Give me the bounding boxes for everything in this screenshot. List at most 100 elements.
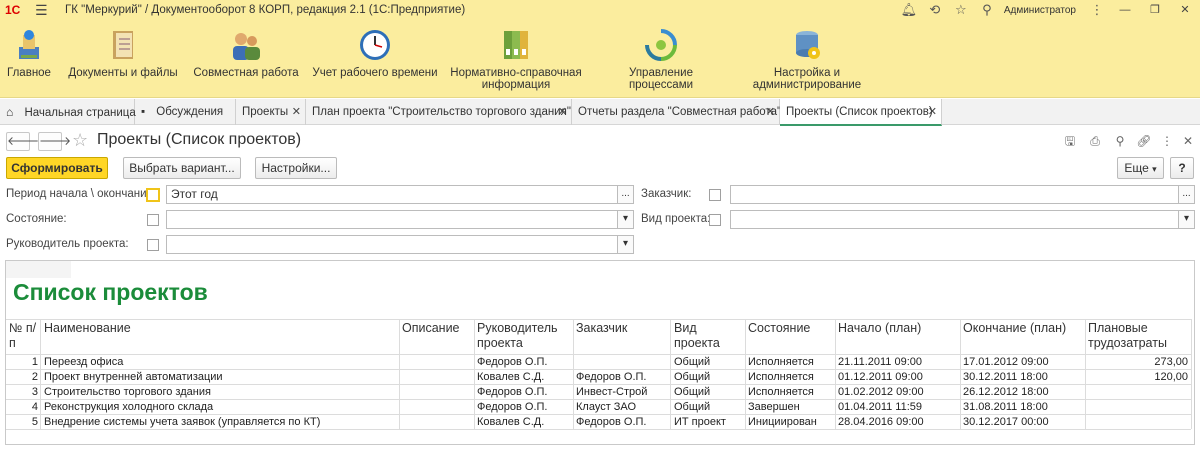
column-header-number[interactable]: № п/п (9, 321, 39, 351)
table-row-customer[interactable]: Федоров О.П. (576, 370, 647, 384)
table-row-end[interactable]: 31.08.2011 18:00 (963, 400, 1048, 414)
choose-variant-button[interactable]: Выбрать вариант... (123, 157, 241, 179)
table-row-manager[interactable]: Ковалев С.Д. (477, 415, 544, 429)
section-collaboration[interactable]: Совместная работа (188, 20, 304, 98)
section-main[interactable]: Главное (0, 20, 58, 98)
customer-field[interactable] (730, 185, 1179, 204)
help-button[interactable]: ? (1170, 157, 1194, 179)
app-logo[interactable]: 1С (5, 2, 25, 18)
table-row-name[interactable]: Реконструкция холодного склада (44, 400, 213, 414)
period-select-button[interactable]: ... (617, 185, 634, 204)
section-administration[interactable]: Настройка и администрирование (742, 20, 872, 98)
table-row-customer[interactable]: Клауст ЗАО (576, 400, 636, 414)
table-row-start[interactable]: 01.02.2012 09:00 (838, 385, 924, 399)
more-vertical-icon[interactable]: ⋮ (1157, 132, 1177, 150)
user-name[interactable]: Администратор (1004, 5, 1076, 16)
close-tab-icon[interactable]: ✕ (558, 99, 567, 125)
link-icon[interactable]: 🔗︎ (1134, 132, 1154, 150)
table-row-type[interactable]: Общий (674, 370, 710, 384)
period-checkbox[interactable] (146, 188, 160, 202)
table-row-state[interactable]: Завершен (748, 400, 800, 414)
table-row-end[interactable]: 30.12.2011 18:00 (963, 370, 1048, 384)
preview-search-icon[interactable]: ⚲ (1110, 132, 1130, 150)
tab-discussions[interactable]: ▪ Обсуждения (135, 99, 236, 125)
section-time-tracking[interactable]: Учет рабочего времени (311, 20, 439, 98)
customer-select-button[interactable]: ... (1178, 185, 1195, 204)
print-icon[interactable]: ⎙ (1085, 132, 1105, 150)
column-header-manager[interactable]: Руководитель проекта (477, 321, 571, 351)
history-icon[interactable]: ⟲ (922, 0, 948, 20)
close-tab-icon[interactable]: ✕ (928, 99, 937, 125)
table-row-end[interactable]: 17.01.2012 09:00 (963, 355, 1049, 369)
section-documents[interactable]: Документы и файлы (64, 20, 182, 98)
table-row-start[interactable]: 01.12.2011 09:00 (838, 370, 923, 384)
table-row-state[interactable]: Исполняется (748, 355, 814, 369)
close-tab-icon[interactable]: ✕ (766, 99, 775, 125)
table-row-type[interactable]: Общий (674, 385, 710, 399)
table-row-state[interactable]: Исполняется (748, 385, 814, 399)
tab-project-plan[interactable]: План проекта "Строительство торгового зд… (306, 99, 572, 125)
table-row-manager[interactable]: Ковалев С.Д. (477, 370, 544, 384)
column-header-effort[interactable]: Плановые трудозатраты (1088, 321, 1190, 351)
column-header-name[interactable]: Наименование (44, 321, 394, 336)
generate-button[interactable]: Сформировать (6, 157, 108, 179)
project-type-dropdown-button[interactable]: ▾ (1178, 210, 1195, 229)
table-row-number[interactable]: 4 (6, 400, 38, 414)
more-button[interactable]: Еще ▾ (1117, 157, 1164, 179)
table-row-number[interactable]: 5 (6, 415, 38, 429)
period-field[interactable]: Этот год (166, 185, 618, 204)
column-header-end[interactable]: Окончание (план) (963, 321, 1083, 336)
back-button[interactable]: 🡐 (6, 132, 39, 151)
dots-icon[interactable]: ⋮ (1084, 0, 1110, 20)
table-row-type[interactable]: Общий (674, 355, 710, 369)
restore-icon[interactable]: ❐ (1140, 0, 1170, 20)
manager-checkbox[interactable] (147, 239, 159, 251)
minimize-icon[interactable]: — (1110, 0, 1140, 20)
table-row-customer[interactable]: Инвест-Строй (576, 385, 647, 399)
table-row-manager[interactable]: Федоров О.П. (477, 385, 548, 399)
table-row-effort[interactable]: 273,00 (1088, 355, 1188, 369)
favorite-star-icon[interactable]: ☆ (72, 130, 88, 150)
table-row-name[interactable]: Переезд офиса (44, 355, 123, 369)
table-row-number[interactable]: 3 (6, 385, 38, 399)
table-row-number[interactable]: 2 (6, 370, 38, 384)
tab-home[interactable]: ⌂ Начальная страница (0, 99, 136, 125)
column-header-customer[interactable]: Заказчик (576, 321, 668, 336)
section-reference-info[interactable]: Нормативно-справочная информация (448, 20, 584, 98)
table-row-number[interactable]: 1 (6, 355, 38, 369)
table-row-name[interactable]: Строительство торгового здания (44, 385, 211, 399)
table-row-end[interactable]: 26.12.2012 18:00 (963, 385, 1049, 399)
column-header-project-type[interactable]: Вид проекта (674, 321, 742, 351)
table-row-state[interactable]: Исполняется (748, 370, 814, 384)
table-row-state[interactable]: Инициирован (748, 415, 817, 429)
state-dropdown-button[interactable]: ▾ (617, 210, 634, 229)
section-process-management[interactable]: Управление процессами (596, 20, 726, 98)
table-row-start[interactable]: 28.04.2016 09:00 (838, 415, 924, 429)
project-type-checkbox[interactable] (709, 214, 721, 226)
table-row-customer[interactable]: Федоров О.П. (576, 415, 647, 429)
customer-checkbox[interactable] (709, 189, 721, 201)
table-row-name[interactable]: Внедрение системы учета заявок (управляе… (44, 415, 320, 429)
forward-button[interactable]: 🡒 (38, 132, 71, 151)
tab-section-reports[interactable]: Отчеты раздела "Совместная работа" ✕ (572, 99, 781, 125)
tab-projects[interactable]: Проекты ✕ (236, 99, 306, 125)
manager-dropdown-button[interactable]: ▾ (617, 235, 634, 254)
table-row-start[interactable]: 01.04.2011 11:59 (838, 400, 922, 414)
save-icon[interactable]: 🖫 (1060, 132, 1080, 150)
column-header-state[interactable]: Состояние (748, 321, 833, 336)
table-row-manager[interactable]: Федоров О.П. (477, 355, 548, 369)
column-header-start[interactable]: Начало (план) (838, 321, 958, 336)
close-window-icon[interactable]: ✕ (1170, 0, 1200, 20)
table-row-name[interactable]: Проект внутренней автоматизации (44, 370, 223, 384)
tab-project-list[interactable]: Проекты (Список проектов) ✕ (780, 99, 942, 126)
state-field[interactable] (166, 210, 618, 229)
table-row-manager[interactable]: Федоров О.П. (477, 400, 548, 414)
main-menu-icon[interactable]: ☰ (35, 2, 49, 18)
table-row-type[interactable]: Общий (674, 400, 710, 414)
manager-field[interactable] (166, 235, 618, 254)
close-tab-icon[interactable]: ✕ (292, 99, 301, 125)
state-checkbox[interactable] (147, 214, 159, 226)
project-type-field[interactable] (730, 210, 1179, 229)
table-row-type[interactable]: ИТ проект (674, 415, 726, 429)
table-row-end[interactable]: 30.12.2017 00:00 (963, 415, 1049, 429)
